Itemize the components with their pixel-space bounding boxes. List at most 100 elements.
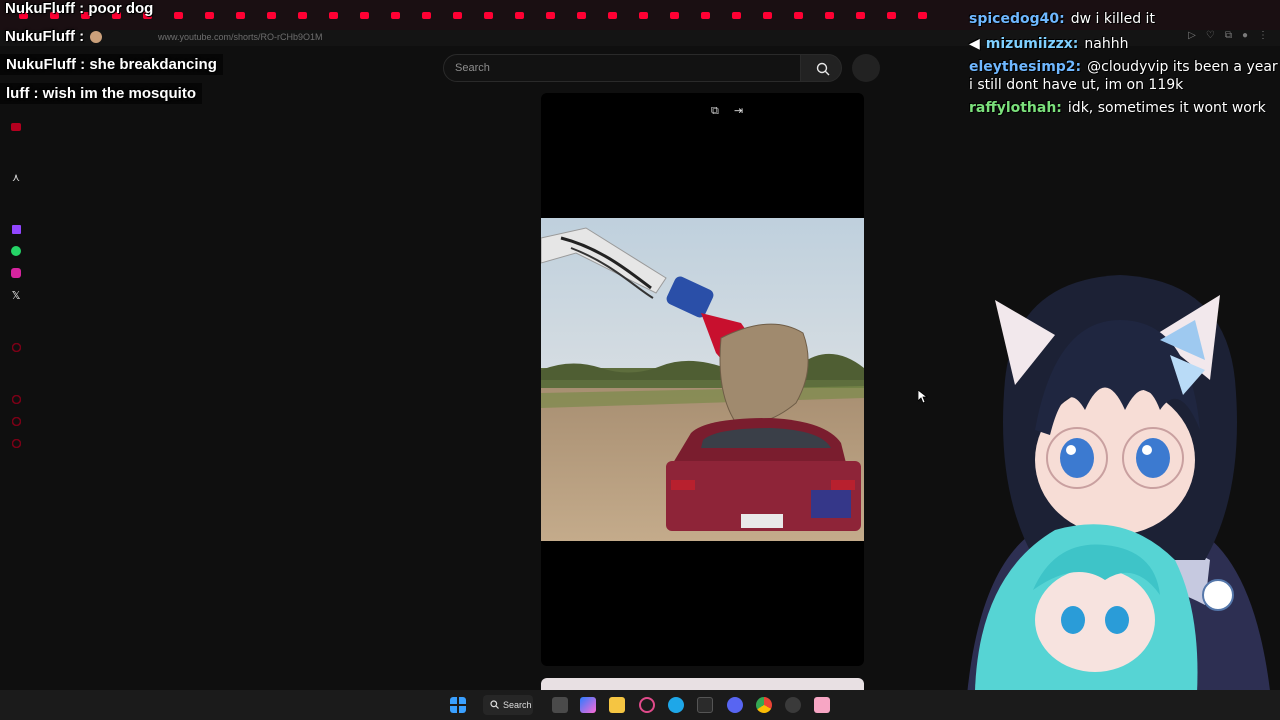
- chat-username: NukuFluff: [5, 0, 75, 17]
- browser-tab[interactable]: [442, 4, 473, 26]
- chat-message: eleythesimp2: @cloudyvip its been a year …: [969, 59, 1280, 75]
- video-frame[interactable]: [541, 218, 864, 541]
- obs-icon[interactable]: [639, 697, 655, 713]
- youtube-icon: [298, 11, 307, 19]
- chat-text: nahhh: [1084, 36, 1129, 52]
- chat-message: NukuFluff : she breakdancing: [0, 54, 223, 75]
- vtuber-avatar: [965, 275, 1273, 720]
- task-view-icon[interactable]: [552, 697, 568, 713]
- youtube-icon: [794, 11, 803, 19]
- chat-text: she breakdancing: [89, 56, 217, 73]
- browser-tab[interactable]: [659, 4, 690, 26]
- browser-tab[interactable]: [690, 4, 721, 26]
- youtube-icon[interactable]: [9, 392, 23, 406]
- browser-tab[interactable]: [349, 4, 380, 26]
- settings-icon[interactable]: [785, 697, 801, 713]
- browser-tab[interactable]: [628, 4, 659, 26]
- youtube-icon: [329, 11, 338, 19]
- search-button[interactable]: [800, 54, 842, 82]
- exit-icon[interactable]: ⇥: [734, 104, 748, 118]
- instagram-icon[interactable]: [9, 266, 23, 280]
- chat-message: spicedog40: dw i killed it: [969, 11, 1155, 27]
- browser-tab[interactable]: [504, 4, 535, 26]
- terminal-icon[interactable]: [697, 697, 713, 713]
- mic-button[interactable]: [852, 54, 880, 82]
- browser-tab[interactable]: [411, 4, 442, 26]
- youtube-icon[interactable]: [9, 340, 23, 354]
- browser-tab[interactable]: [845, 4, 876, 26]
- youtube-icon: [174, 11, 183, 19]
- browser-tab[interactable]: [194, 4, 225, 26]
- chat-message: raffylothah: idk, sometimes it wont work: [969, 100, 1266, 116]
- youtube-icon: [887, 11, 896, 19]
- youtube-icon: [825, 11, 834, 19]
- browser-tab[interactable]: [752, 4, 783, 26]
- file-explorer-icon[interactable]: [609, 697, 625, 713]
- youtube-icon[interactable]: [9, 414, 23, 428]
- browser-tab[interactable]: [566, 4, 597, 26]
- chat-message: NukuFluff :: [5, 28, 104, 45]
- youtube-icon: [453, 11, 462, 19]
- browser-tab[interactable]: [721, 4, 752, 26]
- discord-icon[interactable]: [727, 697, 743, 713]
- youtube-icon: [546, 11, 555, 19]
- browser-tab[interactable]: [256, 4, 287, 26]
- url-text[interactable]: www.youtube.com/shorts/RO-rCHb9O1M: [158, 32, 323, 42]
- chat-message: NukuFluff : poor dog: [5, 0, 154, 17]
- youtube-icon: [608, 11, 617, 19]
- chat-username: luff: [6, 85, 30, 102]
- open-icon[interactable]: ⧉: [711, 104, 725, 118]
- youtube-icon: [515, 11, 524, 19]
- youtube-icon: [577, 11, 586, 19]
- chat-username: mizumiizzx:: [985, 36, 1079, 52]
- arrow-up-icon[interactable]: ⋏: [9, 170, 23, 184]
- browser-tab[interactable]: [783, 4, 814, 26]
- edge-icon[interactable]: [668, 697, 684, 713]
- twitch-icon[interactable]: [9, 222, 23, 236]
- browser-tab[interactable]: [907, 4, 938, 26]
- youtube-icon: [205, 11, 214, 19]
- youtube-icon: [763, 11, 772, 19]
- chrome-icon[interactable]: [756, 697, 772, 713]
- mute-icon: ◀: [969, 36, 980, 52]
- taskbar-search[interactable]: Search: [483, 695, 533, 715]
- youtube-icon: [918, 11, 927, 19]
- browser-tab[interactable]: [535, 4, 566, 26]
- youtube-icon: [360, 11, 369, 19]
- heart-icon[interactable]: ♡: [1206, 30, 1215, 41]
- browser-tab[interactable]: [163, 4, 194, 26]
- youtube-icon: [639, 11, 648, 19]
- chat-message: i still dont have ut, im on 119k: [969, 77, 1183, 93]
- youtube-left-rail: ⋏ 𝕏: [0, 110, 34, 690]
- youtube-icon: [267, 11, 276, 19]
- profile-icon[interactable]: ●: [1242, 30, 1248, 41]
- browser-tab[interactable]: [473, 4, 504, 26]
- whatsapp-icon[interactable]: [9, 244, 23, 258]
- chat-text: @cloudyvip its been a year a: [1087, 59, 1280, 75]
- youtube-icon[interactable]: [9, 436, 23, 450]
- youtube-icon: [236, 11, 245, 19]
- browser-tab[interactable]: [876, 4, 907, 26]
- browser-tab[interactable]: [814, 4, 845, 26]
- youtube-icon: [856, 11, 865, 19]
- x-icon[interactable]: 𝕏: [9, 288, 23, 302]
- youtube-icon: [391, 11, 400, 19]
- chat-username: eleythesimp2:: [969, 59, 1082, 75]
- menu-icon[interactable]: ⋮: [1258, 30, 1268, 41]
- play-icon[interactable]: ▷: [1188, 30, 1196, 41]
- browser-tab[interactable]: [287, 4, 318, 26]
- youtube-icon[interactable]: [9, 120, 23, 134]
- mouse-cursor-icon: [918, 390, 928, 404]
- search-input[interactable]: Search: [443, 54, 801, 82]
- app-icon[interactable]: [814, 697, 830, 713]
- browser-tab[interactable]: [318, 4, 349, 26]
- extensions-icon[interactable]: ⧉: [1225, 30, 1232, 41]
- youtube-icon: [422, 11, 431, 19]
- copilot-icon[interactable]: [580, 697, 596, 713]
- windows-start-icon[interactable]: [450, 697, 466, 713]
- shorts-player[interactable]: ⧉ ⇥: [541, 93, 864, 666]
- browser-tab[interactable]: [597, 4, 628, 26]
- browser-tab[interactable]: [225, 4, 256, 26]
- browser-tab[interactable]: [380, 4, 411, 26]
- screen: www.youtube.com/shorts/RO-rCHb9O1M ▷ ♡ ⧉…: [0, 0, 1280, 720]
